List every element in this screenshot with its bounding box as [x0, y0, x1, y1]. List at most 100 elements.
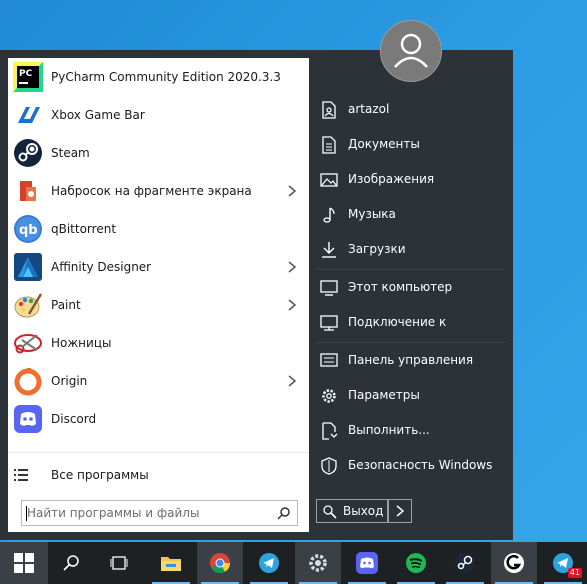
right-item-settings[interactable]: Параметры — [316, 378, 506, 413]
app-item-discord[interactable]: Discord — [8, 400, 309, 438]
app-item-xbox-game-bar[interactable]: Xbox Game Bar — [8, 96, 309, 134]
app-label: Discord — [51, 412, 97, 426]
chevron-right-icon — [396, 505, 405, 517]
right-item-label: artazol — [348, 102, 390, 116]
divider — [8, 452, 309, 453]
app-item-origin[interactable]: Origin — [8, 362, 309, 400]
taskbar-logitech-ghub[interactable] — [491, 542, 537, 584]
right-item-label: Безопасность Windows — [348, 458, 493, 472]
right-item-label: Документы — [348, 137, 420, 151]
logout-label: Выход — [343, 504, 384, 518]
paint-icon — [12, 289, 44, 321]
spotify-icon — [406, 553, 426, 573]
shutdown-options-button[interactable] — [388, 499, 412, 523]
telegram-icon — [259, 553, 279, 573]
chevron-right-icon[interactable] — [285, 184, 299, 198]
scissors-icon — [12, 327, 44, 359]
start-menu: PC PyCharm Community Edition 2020.3.3 Xb… — [0, 50, 513, 540]
chevron-right-icon[interactable] — [285, 260, 299, 274]
documents-icon — [322, 136, 336, 154]
app-item-snip-sketch[interactable]: Набросок на фрагменте экрана — [8, 172, 309, 210]
taskbar-telegram[interactable] — [246, 542, 292, 584]
start-button[interactable] — [0, 542, 48, 584]
chevron-right-icon[interactable] — [285, 374, 299, 388]
app-label: PyCharm Community Edition 2020.3.3 — [51, 70, 281, 84]
connect-icon — [320, 315, 338, 331]
search-input[interactable] — [27, 504, 267, 522]
app-item-paint[interactable]: Paint — [8, 286, 309, 324]
app-item-qbittorrent[interactable]: qb qBittorrent — [8, 210, 309, 248]
discord-icon — [12, 403, 44, 435]
taskbar-discord[interactable] — [344, 542, 390, 584]
right-item-label: Этот компьютер — [348, 280, 453, 294]
user-icon — [394, 33, 428, 68]
pictures-icon — [320, 173, 338, 187]
taskbar-spotify[interactable] — [393, 542, 439, 584]
app-item-pycharm[interactable]: PC PyCharm Community Edition 2020.3.3 — [8, 58, 309, 96]
snip-sketch-icon — [12, 175, 44, 207]
app-item-steam[interactable]: Steam — [8, 134, 309, 172]
app-label: Paint — [51, 298, 81, 312]
avatar[interactable] — [380, 20, 442, 82]
xbox-game-bar-icon — [12, 99, 44, 131]
chrome-icon — [210, 553, 231, 574]
right-item-label: Выполнить... — [348, 423, 430, 437]
task-view-button[interactable] — [96, 542, 142, 584]
app-label: Steam — [51, 146, 90, 160]
right-item-label: Изображения — [348, 172, 435, 186]
app-label: qBittorrent — [51, 222, 117, 236]
discord-icon — [356, 552, 378, 574]
app-label: Affinity Designer — [51, 260, 152, 274]
right-item-connect[interactable]: Подключение к — [316, 305, 506, 340]
all-programs-button[interactable]: Все программы — [8, 462, 309, 488]
right-item-pictures[interactable]: Изображения — [316, 162, 506, 197]
search-icon[interactable] — [277, 506, 291, 523]
computer-icon — [320, 280, 338, 296]
taskbar-steam[interactable] — [442, 542, 488, 584]
app-label: Ножницы — [51, 336, 112, 350]
security-shield-icon — [321, 457, 337, 475]
settings-icon — [322, 389, 336, 403]
app-label: Xbox Game Bar — [51, 108, 145, 122]
steam-icon — [12, 137, 44, 169]
right-item-label: Параметры — [348, 388, 420, 402]
app-label: Origin — [51, 374, 88, 388]
logout-icon — [323, 505, 337, 519]
list-icon — [14, 468, 28, 485]
taskbar-search-button[interactable] — [48, 542, 94, 584]
search-icon — [63, 555, 79, 571]
right-item-control-panel[interactable]: Панель управления — [316, 343, 506, 378]
steam-icon — [455, 553, 475, 573]
right-item-run[interactable]: Выполнить... — [316, 413, 506, 448]
right-item-computer[interactable]: Этот компьютер — [316, 270, 506, 305]
app-item-scissors[interactable]: Ножницы — [8, 324, 309, 362]
taskbar-telegram-2[interactable]: 41 — [540, 542, 586, 584]
task-view-icon — [110, 556, 128, 570]
downloads-icon — [322, 242, 336, 258]
app-item-affinity-designer[interactable]: Affinity Designer — [8, 248, 309, 286]
settings-icon — [309, 554, 327, 572]
right-item-label: Подключение к — [348, 315, 447, 329]
right-item-music[interactable]: Музыка — [316, 197, 506, 232]
notification-badge: 41 — [567, 568, 582, 578]
taskbar-chrome[interactable] — [197, 542, 243, 584]
right-item-user-folder[interactable]: artazol — [316, 92, 506, 127]
app-label: Набросок на фрагменте экрана — [51, 184, 252, 198]
chevron-right-icon[interactable] — [285, 298, 299, 312]
origin-icon — [12, 365, 44, 397]
control-panel-icon — [320, 353, 338, 367]
affinity-designer-icon — [12, 251, 44, 283]
windows-start-icon — [14, 553, 34, 573]
right-item-downloads[interactable]: Загрузки — [316, 232, 506, 267]
right-item-label: Панель управления — [348, 353, 474, 367]
search-box[interactable] — [21, 500, 298, 526]
right-item-documents[interactable]: Документы — [316, 127, 506, 162]
pycharm-icon: PC — [12, 61, 44, 93]
right-item-security[interactable]: Безопасность Windows — [316, 448, 506, 483]
run-icon — [322, 422, 338, 440]
file-explorer-icon — [161, 557, 181, 571]
taskbar-file-explorer[interactable] — [148, 542, 194, 584]
programs-panel: PC PyCharm Community Edition 2020.3.3 Xb… — [8, 58, 309, 532]
taskbar-settings[interactable] — [295, 542, 341, 584]
logout-button[interactable]: Выход — [316, 499, 388, 523]
